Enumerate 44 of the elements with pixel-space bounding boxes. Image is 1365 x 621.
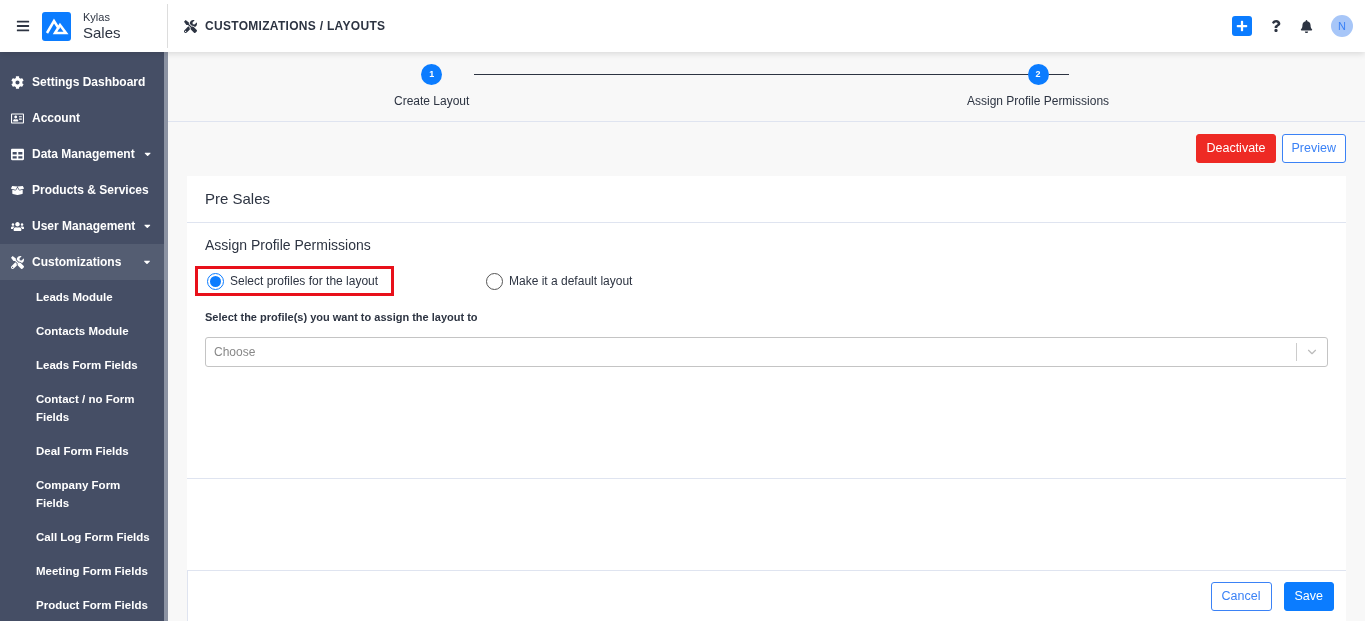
step-label: Assign Profile Permissions — [967, 93, 1110, 110]
action-button[interactable]: Deactivate — [1196, 134, 1276, 163]
sidebar-item[interactable]: Customizations — [0, 244, 164, 280]
section-title: Assign Profile Permissions — [205, 236, 372, 255]
footer-button[interactable]: Cancel — [1210, 581, 1272, 611]
sidebar-subitem[interactable]: Contact / no Form Fields — [0, 382, 164, 434]
box-icon — [11, 183, 24, 197]
action-button[interactable]: Preview — [1281, 134, 1346, 163]
help-icon[interactable] — [1270, 20, 1282, 32]
sidebar-subitem[interactable]: Leads Module — [0, 280, 164, 314]
sidebar-item[interactable]: Settings Dashboard — [0, 64, 164, 100]
tools-icon — [11, 255, 24, 269]
radio-option[interactable]: Make it a default layout — [474, 266, 645, 296]
users-icon — [11, 219, 24, 233]
sidebar-item[interactable]: User Management — [0, 208, 164, 244]
step-number: 2 — [1027, 64, 1049, 85]
notification-bell-icon[interactable] — [1300, 19, 1313, 33]
sidebar-subitem[interactable]: Meeting Form Fields — [0, 554, 164, 588]
sidebar-subitem[interactable]: Call Log Form Fields — [0, 520, 164, 554]
step-label: Create Layout — [394, 93, 470, 110]
add-button[interactable] — [1232, 16, 1252, 36]
sidebar-subitem[interactable]: Contacts Module — [0, 314, 164, 348]
brand-name: Kylas — [83, 12, 111, 23]
sidebar-item[interactable]: Account — [0, 100, 164, 136]
field-label: Select the profile(s) you want to assign the layout to — [205, 310, 479, 325]
breadcrumb: CUSTOMIZATIONS / LAYOUTS — [205, 18, 386, 35]
sidebar-item[interactable]: Data Management — [0, 136, 164, 172]
radio-option[interactable]: Select profiles for the layout — [195, 266, 394, 296]
sidebar-subitem[interactable]: Leads Form Fields — [0, 348, 164, 382]
gear-icon — [11, 75, 24, 89]
card-title: Pre Sales — [205, 188, 271, 209]
step-number: 1 — [421, 64, 443, 85]
table-icon — [11, 147, 24, 161]
logo-icon — [42, 11, 71, 41]
profile-select[interactable]: Choose — [205, 336, 1328, 367]
sidebar-subitem[interactable]: Company Form Fields — [0, 468, 164, 520]
tools-icon — [184, 19, 197, 33]
sidebar-item[interactable]: Products & Services — [0, 172, 164, 208]
sidebar-subitem[interactable]: Deal Form Fields — [0, 434, 164, 468]
id-card-icon — [11, 111, 24, 125]
sidebar-subitem[interactable]: Product Form Fields — [0, 588, 164, 621]
product-name: Sales — [83, 25, 121, 40]
menu-icon[interactable] — [16, 19, 30, 33]
footer-button[interactable]: Save — [1283, 581, 1334, 611]
